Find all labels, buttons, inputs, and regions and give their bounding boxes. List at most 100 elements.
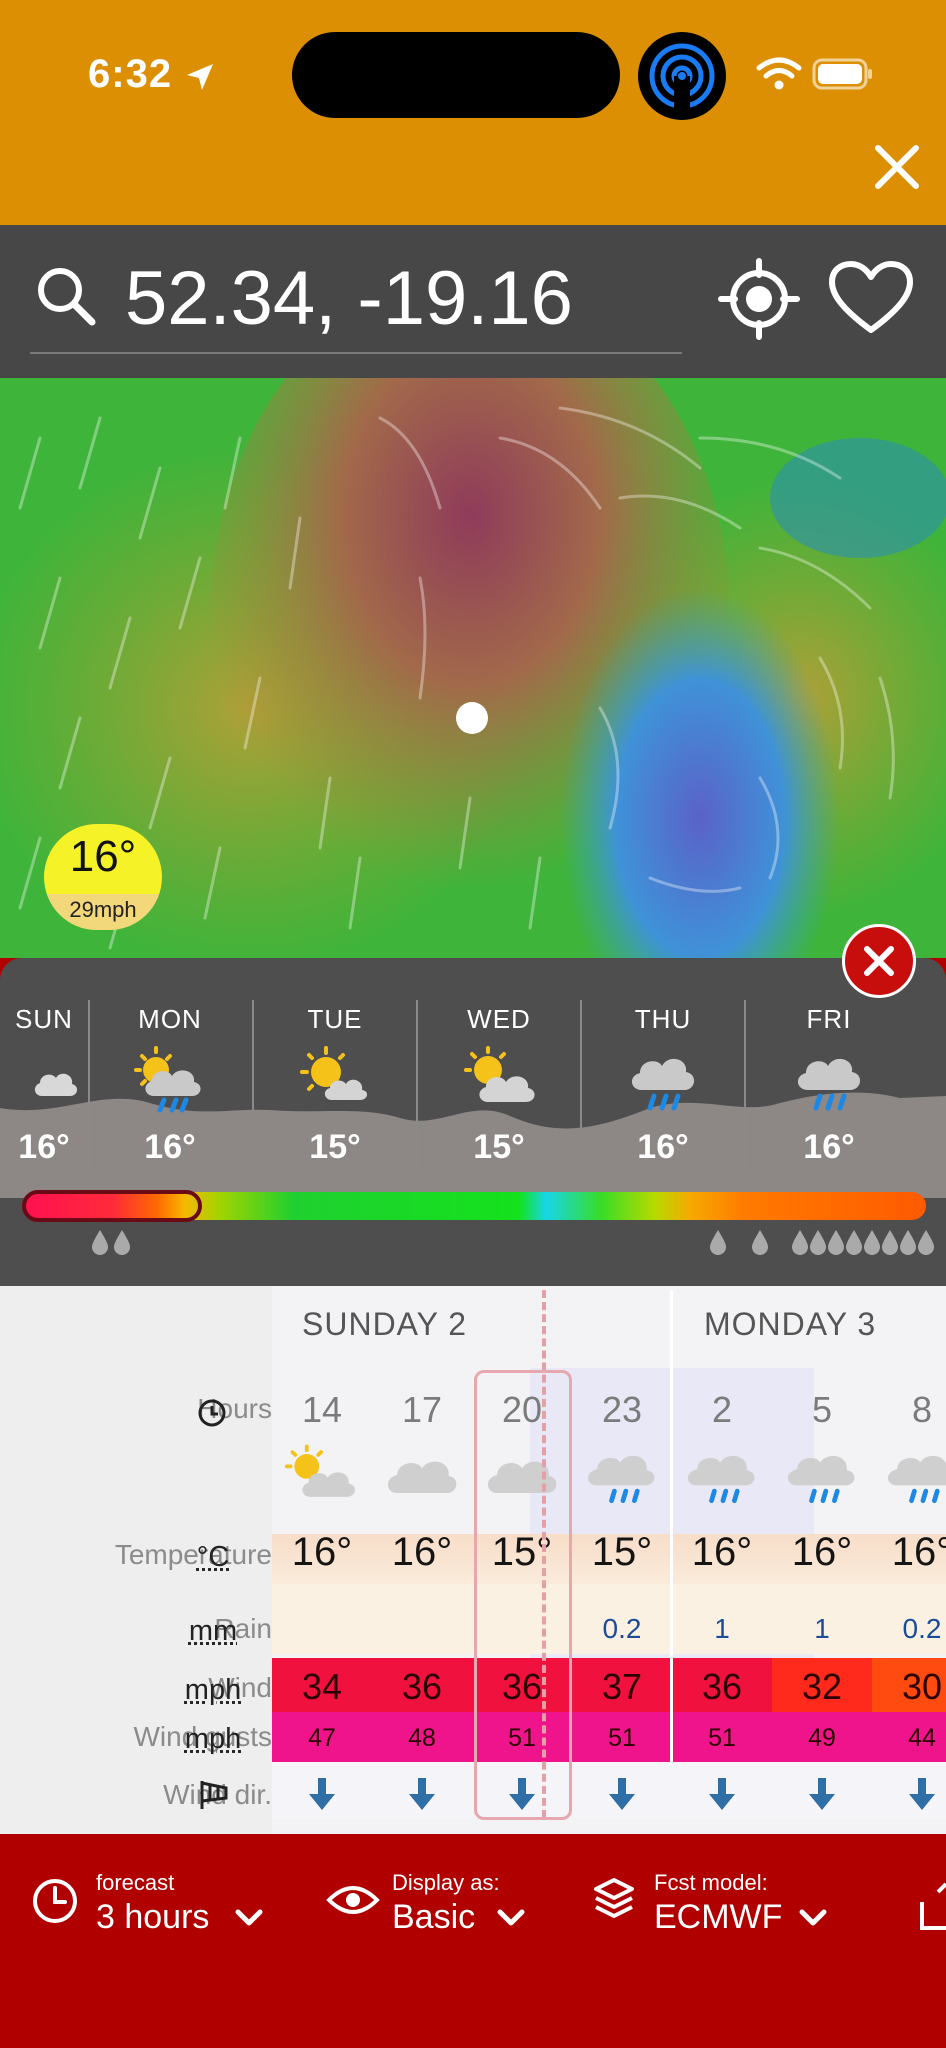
day-temp: 16° (746, 1128, 912, 1167)
wind-direction-arrow-icon (405, 1776, 439, 1812)
map-badge-wind: 29mph (44, 894, 162, 930)
location-arrow-icon (183, 60, 217, 94)
day-temp: 16° (582, 1128, 744, 1167)
hour-rain: 0.2 (872, 1613, 946, 1645)
hour-wind: 36 (672, 1666, 772, 1708)
selected-hour-column[interactable] (474, 1370, 572, 1820)
rain-drops-icon (706, 1228, 940, 1256)
share-icon[interactable] (918, 1872, 946, 1932)
hour-temperature: 15° (572, 1530, 672, 1575)
hour-gust: 47 (272, 1724, 372, 1753)
rain-cloud-icon (682, 1442, 762, 1506)
chevron-down-icon (234, 1908, 264, 1928)
sun-cloud-icon (282, 1442, 362, 1506)
locate-icon[interactable] (718, 258, 800, 340)
cloud-icon (382, 1442, 462, 1506)
rain-cloud-icon (624, 1044, 704, 1116)
wind-unit[interactable]: mph (178, 1674, 248, 1707)
forecast-interval-button[interactable]: forecast 3 hours (30, 1870, 288, 1950)
map-badge-temp: 16° (44, 832, 162, 882)
wind-direction-arrow-icon (905, 1776, 939, 1812)
day-temp: 15° (418, 1128, 580, 1167)
hour-gust: 51 (672, 1724, 772, 1753)
wind-direction-arrow-icon (705, 1776, 739, 1812)
clock-icon (196, 1397, 228, 1429)
day-name: FRI (746, 1004, 912, 1035)
timeline-selection[interactable] (22, 1190, 202, 1222)
hour-label: 14 (272, 1389, 372, 1431)
cloud-icon (30, 1062, 80, 1102)
rain-cloud-icon (790, 1044, 870, 1116)
model-label: Fcst model: (654, 1870, 768, 1896)
display-as-button[interactable]: Display as: Basic (326, 1870, 556, 1950)
forecast-label: forecast (96, 1870, 174, 1896)
hour-label: 23 (572, 1389, 672, 1431)
rain-unit[interactable]: mm (178, 1615, 248, 1648)
day-name: TUE (254, 1004, 416, 1035)
chevron-down-icon (798, 1908, 828, 1928)
hour-gust: 51 (572, 1724, 672, 1753)
layers-icon (592, 1876, 636, 1922)
close-forecast-button[interactable] (842, 924, 916, 998)
sun-cloud-icon (460, 1044, 540, 1108)
hour-temperature: 16° (272, 1530, 372, 1575)
display-value: Basic (392, 1898, 475, 1937)
hour-label: 17 (372, 1389, 472, 1431)
day-temp: 16° (0, 1128, 88, 1167)
model-value: ECMWF (654, 1898, 782, 1937)
windsock-icon (196, 1777, 232, 1813)
sun-rain-cloud-icon (130, 1044, 210, 1116)
rain-cloud-icon (882, 1442, 946, 1506)
hour-wind: 30 (872, 1666, 946, 1708)
rain-cloud-icon (582, 1442, 662, 1506)
wind-direction-arrow-icon (805, 1776, 839, 1812)
forecast-model-button[interactable]: Fcst model: ECMWF (592, 1870, 842, 1950)
rain-cloud-icon (782, 1442, 862, 1506)
day-name: THU (582, 1004, 744, 1035)
rain-drops-icon (90, 1228, 134, 1256)
hour-label: 8 (872, 1389, 946, 1431)
day-header: MONDAY 3 (704, 1306, 876, 1343)
favorite-heart-icon[interactable] (828, 260, 914, 336)
battery-icon (812, 58, 874, 90)
hour-rain: 1 (772, 1613, 872, 1645)
day-temp: 16° (90, 1128, 250, 1167)
chevron-down-icon (496, 1908, 526, 1928)
dynamic-island (292, 32, 620, 118)
hour-wind: 34 (272, 1666, 372, 1708)
day-name: MON (90, 1004, 250, 1035)
wind-direction-arrow-icon (305, 1776, 339, 1812)
sun-cloud-icon (296, 1044, 376, 1108)
search-icon[interactable] (34, 264, 98, 328)
hour-gust: 44 (872, 1724, 946, 1753)
display-label: Display as: (392, 1870, 500, 1896)
hour-temperature: 16° (872, 1530, 946, 1575)
hour-wind: 36 (372, 1666, 472, 1708)
gusts-unit[interactable]: mph (178, 1723, 248, 1756)
hour-temperature: 16° (772, 1530, 872, 1575)
day-header: SUNDAY 2 (302, 1306, 467, 1343)
eye-icon (326, 1882, 380, 1918)
wifi-icon (756, 56, 802, 92)
temperature-unit[interactable]: °C (178, 1541, 248, 1574)
hour-temperature: 16° (372, 1530, 472, 1575)
hour-wind: 32 (772, 1666, 872, 1708)
day-temp: 15° (254, 1128, 416, 1167)
hour-label: 2 (672, 1389, 772, 1431)
day-name: WED (418, 1004, 580, 1035)
airdrop-icon (638, 32, 726, 120)
hour-rain: 0.2 (572, 1613, 672, 1645)
clock-icon (30, 1876, 80, 1926)
day-name: SUN (0, 1004, 88, 1035)
close-icon[interactable] (872, 142, 922, 192)
forecast-value: 3 hours (96, 1898, 209, 1937)
map-temp-badge[interactable]: 16° 29mph (44, 824, 162, 930)
hour-label: 5 (772, 1389, 872, 1431)
search-input[interactable]: 52.34, -19.16 (125, 255, 573, 342)
status-time: 6:32 (88, 52, 172, 97)
hour-gust: 49 (772, 1724, 872, 1753)
hour-gust: 48 (372, 1724, 472, 1753)
hour-wind: 37 (572, 1666, 672, 1708)
search-underline (30, 352, 682, 354)
hour-rain: 1 (672, 1613, 772, 1645)
